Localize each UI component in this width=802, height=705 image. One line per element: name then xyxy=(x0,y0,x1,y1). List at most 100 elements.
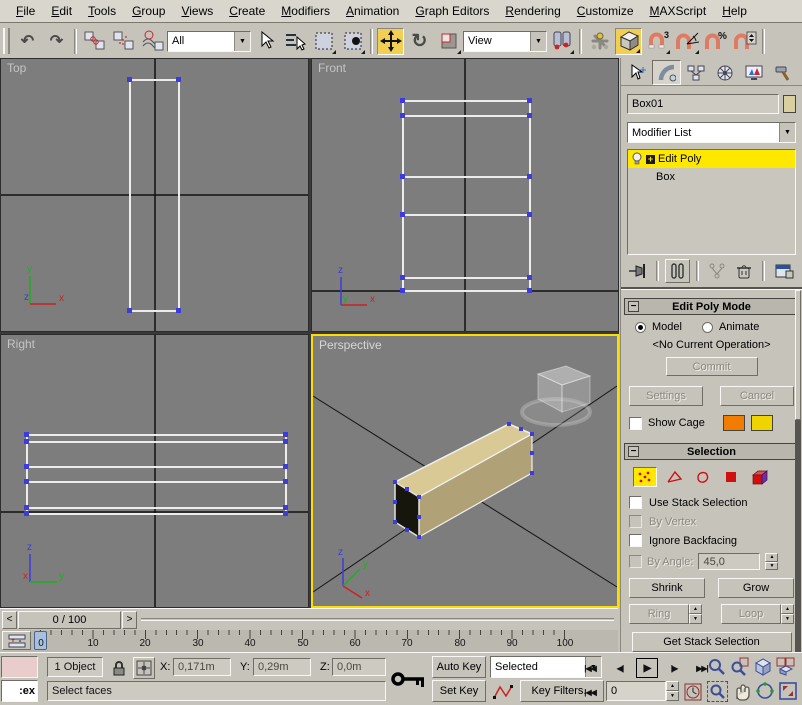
collapse-icon[interactable]: − xyxy=(628,301,639,312)
tab-hierarchy[interactable] xyxy=(681,60,710,85)
modifier-stack[interactable]: + Edit Poly Box xyxy=(627,149,796,255)
menu-views[interactable]: Views xyxy=(173,1,221,21)
goto-start-button[interactable]: |◀◀ xyxy=(578,658,602,678)
set-key-button[interactable]: Set Key xyxy=(432,680,486,702)
viewport-front[interactable]: Front z y x xyxy=(311,58,619,332)
selection-lock-toggle[interactable] xyxy=(110,659,128,680)
menu-maxscript[interactable]: MAXScript xyxy=(642,1,715,21)
unlink-selection-button[interactable] xyxy=(110,28,137,55)
element-mode-button[interactable] xyxy=(749,468,771,486)
box-wireframe[interactable] xyxy=(27,435,286,514)
cancel-button[interactable]: Cancel xyxy=(720,386,794,406)
select-object-button[interactable] xyxy=(252,28,279,55)
box-wireframe[interactable] xyxy=(403,101,530,291)
animate-radio[interactable] xyxy=(702,322,713,333)
by-angle-spinner[interactable]: ▲ ▼ xyxy=(765,553,778,570)
x-coordinate-field[interactable] xyxy=(173,658,231,676)
spinner-down-icon[interactable]: ▼ xyxy=(666,691,679,701)
pin-stack-button[interactable] xyxy=(627,260,650,282)
cage-color-swatch[interactable] xyxy=(723,415,745,431)
rollout-edit-poly-mode-header[interactable]: − Edit Poly Mode xyxy=(624,298,799,315)
time-slider-handle[interactable]: 0 / 100 xyxy=(18,611,121,629)
border-mode-button[interactable] xyxy=(693,468,713,486)
viewport-top-label[interactable]: Top xyxy=(7,61,26,75)
ignore-backfacing-checkbox[interactable] xyxy=(629,534,642,547)
ring-button[interactable]: Ring xyxy=(629,604,689,624)
vertex-mode-button[interactable] xyxy=(633,467,657,487)
scrollbar-thumb[interactable] xyxy=(795,290,801,420)
select-and-manipulate-button[interactable] xyxy=(586,28,613,55)
use-stack-selection-checkbox[interactable] xyxy=(629,496,642,509)
menu-edit[interactable]: Edit xyxy=(43,1,80,21)
time-configuration-button[interactable] xyxy=(684,683,702,704)
by-angle-field[interactable] xyxy=(698,553,760,570)
maxscript-mini-listener-input[interactable]: :ex xyxy=(1,680,38,702)
zoom-extents-button[interactable] xyxy=(753,657,772,679)
menu-customize[interactable]: Customize xyxy=(569,1,642,21)
absolute-mode-toggle-button[interactable] xyxy=(133,657,155,679)
tab-create[interactable] xyxy=(623,60,652,85)
show-end-result-button[interactable] xyxy=(665,259,690,283)
viewport-perspective[interactable]: Perspective xyxy=(311,334,619,608)
pan-view-button[interactable] xyxy=(732,681,752,704)
stack-item-edit-poly[interactable]: + Edit Poly xyxy=(628,150,795,168)
polygon-mode-button[interactable] xyxy=(721,468,741,486)
arc-rotate-button[interactable] xyxy=(755,681,775,704)
show-cage-checkbox[interactable] xyxy=(629,417,642,430)
by-angle-checkbox[interactable] xyxy=(629,555,642,568)
object-name-field[interactable] xyxy=(627,94,779,114)
vertex-markers[interactable] xyxy=(400,98,532,293)
toolbar-drag-handle[interactable] xyxy=(3,28,10,54)
spinner-snap-toggle-button[interactable] xyxy=(731,28,758,55)
viewport-perspective-label[interactable]: Perspective xyxy=(319,338,382,352)
y-coordinate-field[interactable] xyxy=(253,658,311,676)
lightbulb-icon[interactable] xyxy=(631,152,643,166)
track-bar[interactable]: 0 10 20 30 40 50 60 70 80 90 100 xyxy=(0,630,618,652)
spinner-down-icon[interactable]: ▼ xyxy=(781,614,794,624)
remove-modifier-button[interactable] xyxy=(731,260,756,282)
maximize-viewport-toggle-button[interactable] xyxy=(778,681,798,704)
tab-display[interactable] xyxy=(739,60,768,85)
dropdown-arrow-icon[interactable]: ▼ xyxy=(779,123,795,142)
viewport-front-label[interactable]: Front xyxy=(318,61,346,75)
shrink-button[interactable]: Shrink xyxy=(629,578,705,598)
bind-to-space-warp-button[interactable] xyxy=(139,28,166,55)
menu-rendering[interactable]: Rendering xyxy=(497,1,568,21)
percent-snap-toggle-button[interactable]: % xyxy=(702,28,729,55)
zoom-button[interactable] xyxy=(707,657,726,679)
zoom-region-button[interactable] xyxy=(707,681,728,702)
menu-create[interactable]: Create xyxy=(221,1,273,21)
default-in-out-tangents-button[interactable] xyxy=(490,682,516,702)
selection-filter-dropdown[interactable]: All ▼ xyxy=(167,31,251,52)
auto-key-button[interactable]: Auto Key xyxy=(432,656,486,678)
select-and-move-button[interactable] xyxy=(377,28,404,55)
expand-plus-icon[interactable]: + xyxy=(646,155,655,164)
object-color-swatch[interactable] xyxy=(783,95,796,113)
zoom-all-button[interactable] xyxy=(730,657,749,679)
tab-motion[interactable] xyxy=(710,60,739,85)
rollout-scrollbar[interactable] xyxy=(795,290,801,652)
select-and-link-button[interactable] xyxy=(81,28,108,55)
maxscript-mini-listener-pink[interactable] xyxy=(1,656,38,678)
box-object[interactable] xyxy=(395,424,532,537)
time-slider-next-button[interactable]: > xyxy=(122,611,137,629)
key-mode-toggle-button[interactable]: |◀◀ xyxy=(578,682,602,702)
undo-button[interactable]: ↶ xyxy=(14,28,41,55)
get-stack-selection-button[interactable]: Get Stack Selection xyxy=(632,632,792,652)
dropdown-arrow-icon[interactable]: ▼ xyxy=(530,32,546,51)
select-and-scale-button[interactable] xyxy=(435,28,462,55)
viewport-top[interactable]: Top y z x xyxy=(0,58,309,332)
set-keys-button[interactable] xyxy=(390,663,428,698)
collapse-icon[interactable]: − xyxy=(628,446,639,457)
edge-mode-button[interactable] xyxy=(665,468,685,486)
tab-modify[interactable] xyxy=(652,60,681,85)
menu-file[interactable]: File xyxy=(8,1,43,21)
configure-modifier-sets-button[interactable] xyxy=(771,260,796,282)
spinner-up-icon[interactable]: ▲ xyxy=(666,681,679,691)
play-animation-button[interactable]: ▶ xyxy=(636,658,658,678)
menu-help[interactable]: Help xyxy=(714,1,755,21)
viewport-right[interactable]: Right z x y xyxy=(0,334,309,608)
time-slider-prev-button[interactable]: < xyxy=(2,611,17,629)
open-mini-curve-editor-button[interactable] xyxy=(2,631,31,650)
spinner-up-icon[interactable]: ▲ xyxy=(689,604,702,614)
